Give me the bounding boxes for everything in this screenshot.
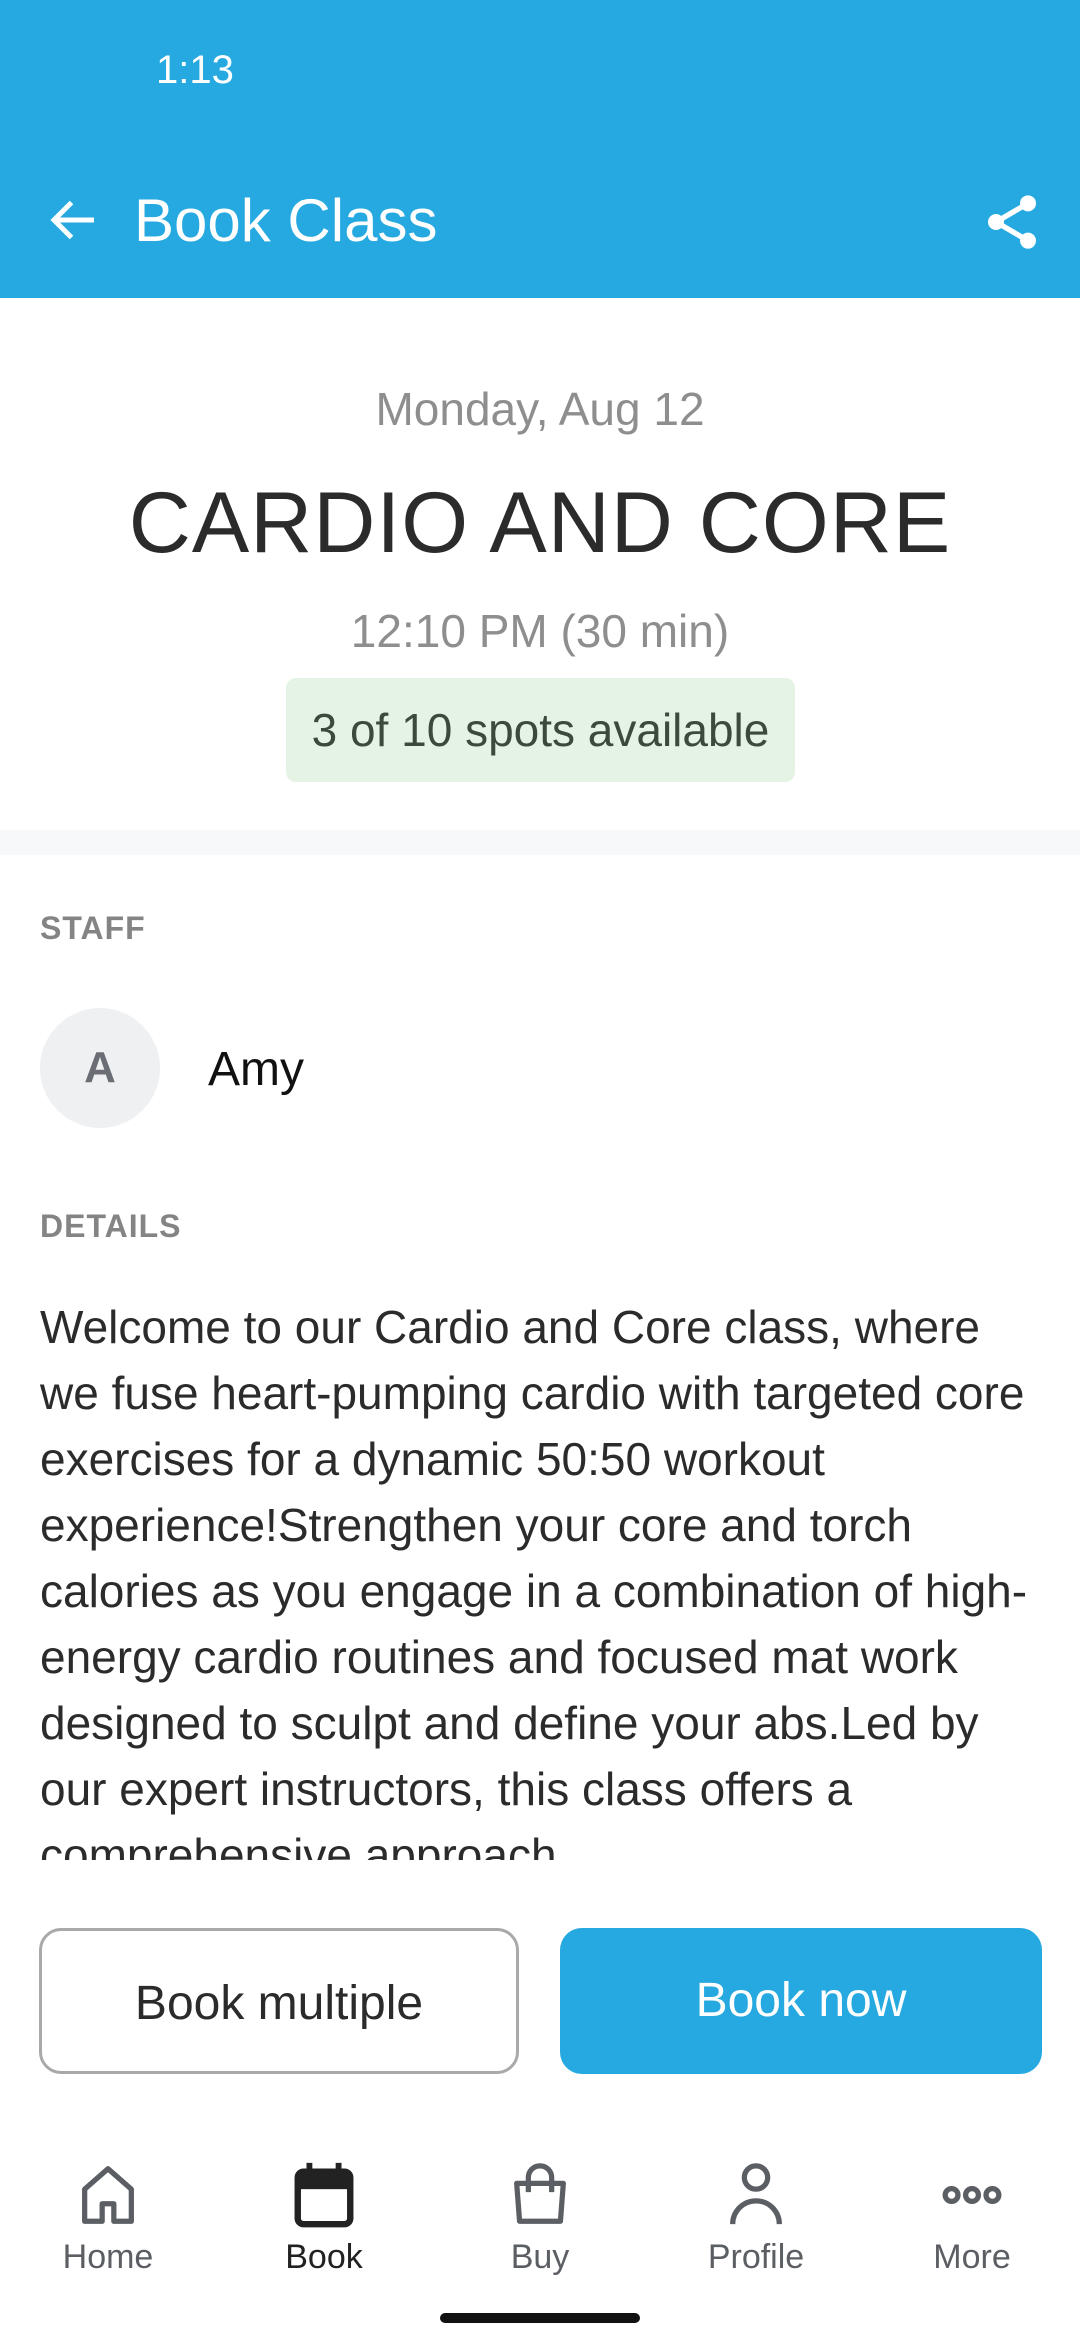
book-now-button[interactable]: Book now — [560, 1928, 1042, 2074]
details-label: DETAILS — [40, 1208, 182, 1244]
calendar-icon — [294, 2162, 354, 2228]
nav-item-book[interactable]: Book — [216, 2160, 432, 2280]
shopping-bag-icon — [514, 2163, 566, 2224]
nav-item-profile[interactable]: Profile — [648, 2160, 864, 2280]
nav-label: Book — [285, 2238, 363, 2276]
section-divider — [0, 830, 1080, 855]
home-icon — [82, 2166, 134, 2224]
class-description: Welcome to our Cardio and Core class, wh… — [40, 1301, 1028, 1860]
share-icon[interactable] — [980, 188, 1044, 256]
nav-label: Profile — [707, 2238, 805, 2276]
nav-item-more[interactable]: More — [864, 2160, 1080, 2280]
person-icon — [730, 2163, 782, 2225]
nav-item-home[interactable]: Home — [0, 2160, 216, 2280]
status-bar-time: 1:13 — [156, 48, 234, 92]
class-date: Monday, Aug 12 — [375, 383, 705, 435]
avatar: A — [40, 1008, 160, 1128]
staff-label: STAFF — [40, 910, 146, 946]
class-name: CARDIO AND CORE — [128, 475, 952, 571]
book-multiple-button[interactable]: Book multiple — [39, 1928, 519, 2074]
page-title: Book Class — [134, 187, 438, 254]
more-dots-icon — [942, 2185, 1002, 2205]
nav-label: Home — [62, 2238, 154, 2276]
app-header: 1:13 Book Class — [0, 0, 1080, 298]
nav-label: More — [933, 2238, 1011, 2276]
availability-badge: 3 of 10 spots available — [286, 678, 795, 782]
nav-label: Buy — [510, 2238, 570, 2276]
nav-item-buy[interactable]: Buy — [432, 2160, 648, 2280]
class-time: 12:10 PM (30 min) — [350, 605, 730, 657]
home-indicator[interactable] — [440, 2313, 640, 2323]
arrow-left-icon[interactable] — [44, 190, 104, 250]
staff-name[interactable]: Amy — [208, 1042, 304, 1097]
